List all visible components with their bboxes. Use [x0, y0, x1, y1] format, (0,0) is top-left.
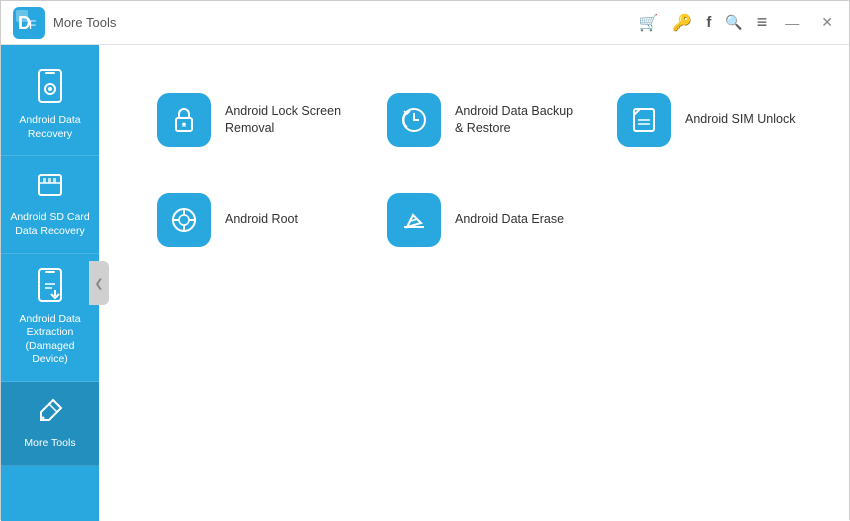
cart-icon[interactable]: 🛒 — [638, 13, 658, 33]
sidebar-item-android-data-recovery[interactable]: Android Data Recovery — [1, 55, 99, 156]
android-data-erase-icon-box — [387, 193, 441, 247]
android-lock-screen-removal-info: Android Lock Screen Removal — [225, 103, 351, 138]
android-lock-screen-removal-name: Android Lock Screen Removal — [225, 103, 351, 138]
title-left: D F More Tools — [13, 7, 116, 39]
tool-grid: Android Lock Screen Removal Android Data… — [149, 85, 819, 255]
android-data-backup-restore-icon-box — [387, 93, 441, 147]
android-sim-unlock-info: Android SIM Unlock — [685, 111, 795, 129]
title-right: 🛒 🔑 f 🔍 ≡ — ✕ — [638, 12, 837, 33]
search-icon[interactable]: 🔍 — [725, 14, 742, 31]
content-area: Android Lock Screen Removal Android Data… — [99, 45, 849, 521]
tool-card-android-root[interactable]: Android Root — [149, 185, 359, 255]
minimize-button[interactable]: — — [781, 13, 803, 33]
android-data-backup-restore-info: Android Data Backup & Restore — [455, 103, 581, 138]
android-root-info: Android Root — [225, 211, 298, 229]
collapse-arrow[interactable]: ❮ — [89, 261, 109, 305]
android-data-extraction-icon — [35, 268, 65, 307]
android-data-backup-restore-name: Android Data Backup & Restore — [455, 103, 581, 138]
android-root-name: Android Root — [225, 211, 298, 229]
sidebar: Android Data Recovery Android SD Card Da… — [1, 45, 99, 521]
title-bar: D F More Tools 🛒 🔑 f 🔍 ≡ — ✕ — [1, 1, 849, 45]
close-button[interactable]: ✕ — [817, 12, 837, 33]
android-sim-unlock-name: Android SIM Unlock — [685, 111, 795, 129]
more-tools-icon — [35, 396, 65, 431]
tool-card-android-data-erase[interactable]: Android Data Erase — [379, 185, 589, 255]
tool-card-android-sim-unlock[interactable]: Android SIM Unlock — [609, 85, 819, 155]
android-sim-unlock-icon-box — [617, 93, 671, 147]
page-title: More Tools — [53, 15, 116, 30]
sidebar-label-android-data-extraction: Android Data Extraction (Damaged Device) — [9, 313, 91, 368]
android-root-icon-box — [157, 193, 211, 247]
sidebar-item-android-data-extraction[interactable]: Android Data Extraction (Damaged Device) — [1, 254, 99, 383]
app-logo: D F — [13, 7, 45, 39]
tool-card-android-data-backup-restore[interactable]: Android Data Backup & Restore — [379, 85, 589, 155]
sidebar-item-android-sd-card[interactable]: Android SD Card Data Recovery — [1, 156, 99, 253]
sidebar-items-container: Android Data Recovery Android SD Card Da… — [1, 55, 99, 466]
sidebar-label-more-tools: More Tools — [24, 437, 75, 451]
android-data-erase-name: Android Data Erase — [455, 211, 564, 229]
sidebar-label-android-data-recovery: Android Data Recovery — [9, 114, 91, 141]
android-data-recovery-icon — [35, 69, 65, 108]
android-lock-screen-removal-icon-box — [157, 93, 211, 147]
facebook-icon[interactable]: f — [706, 14, 711, 31]
key-icon[interactable]: 🔑 — [672, 13, 692, 33]
sidebar-label-android-sd-card: Android SD Card Data Recovery — [9, 211, 91, 238]
main-layout: Android Data Recovery Android SD Card Da… — [1, 45, 849, 521]
android-data-erase-info: Android Data Erase — [455, 211, 564, 229]
tool-card-android-lock-screen-removal[interactable]: Android Lock Screen Removal — [149, 85, 359, 155]
sidebar-item-more-tools[interactable]: More Tools — [1, 382, 99, 466]
android-sd-card-icon — [35, 170, 65, 205]
svg-text:F: F — [29, 18, 36, 32]
menu-icon[interactable]: ≡ — [757, 12, 768, 33]
